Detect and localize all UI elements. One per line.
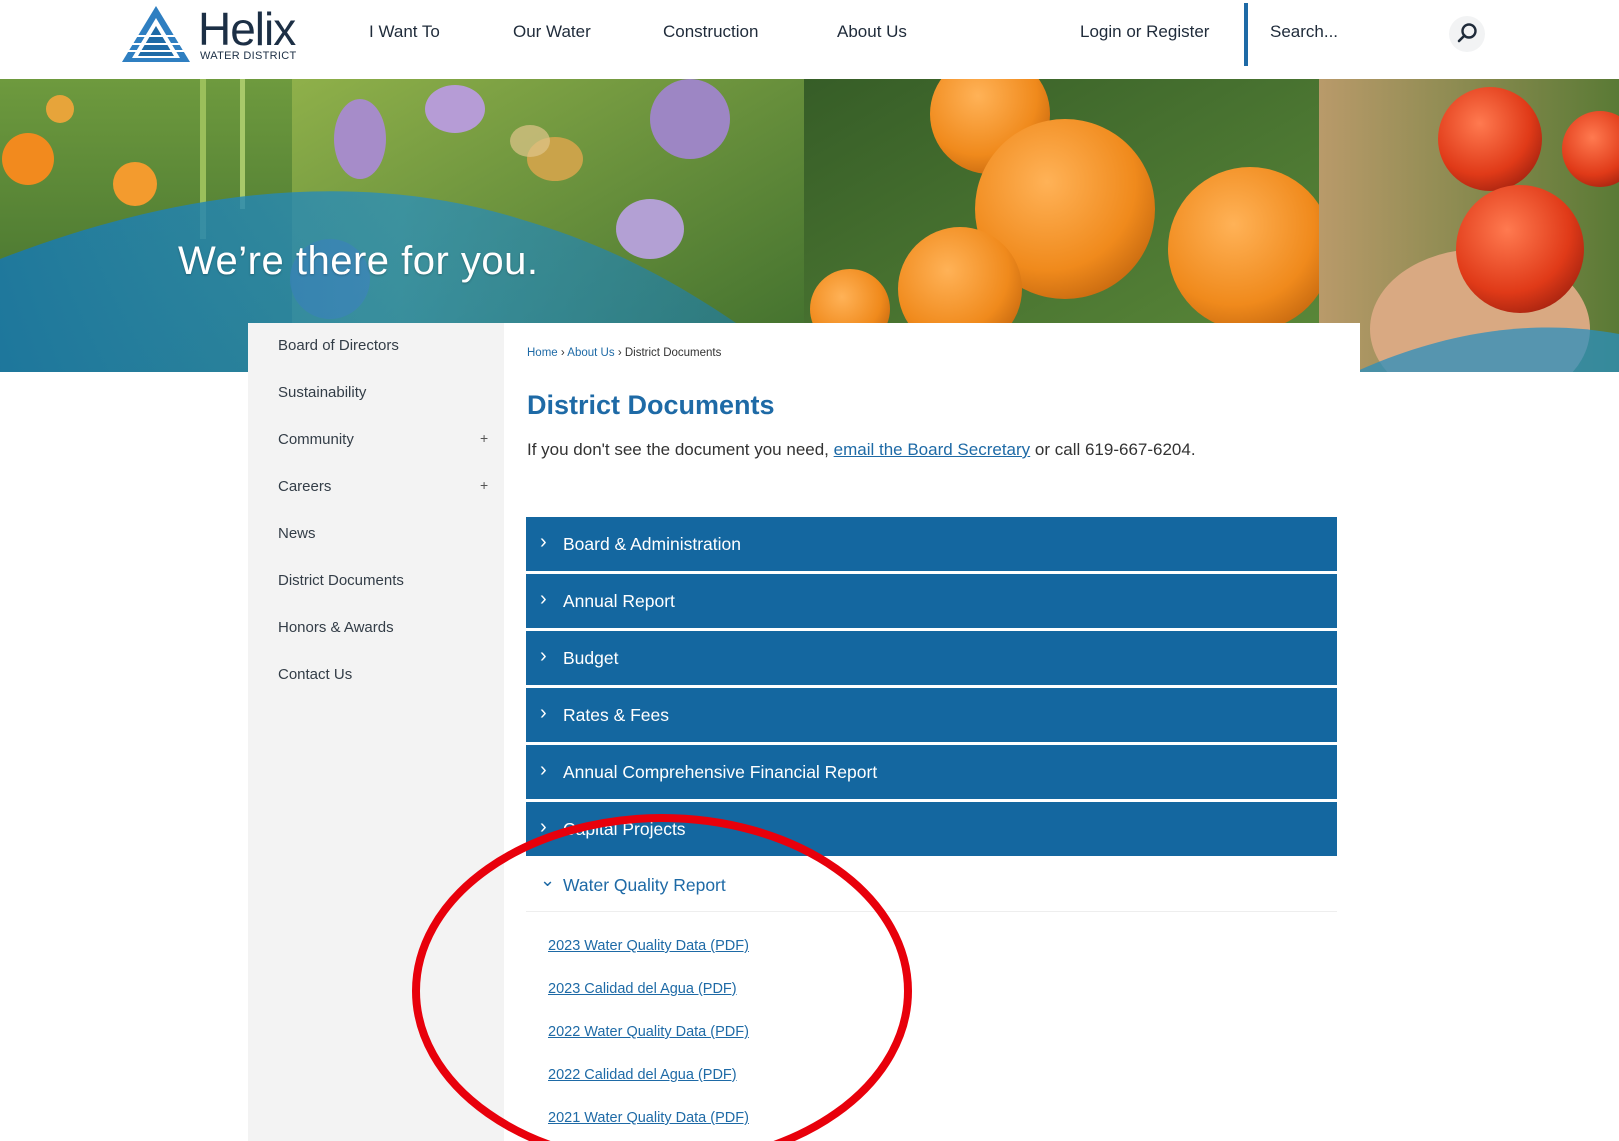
helix-logo[interactable]: Helix WATER DISTRICT bbox=[120, 3, 300, 66]
breadcrumb: Home › About Us › District Documents bbox=[527, 347, 721, 359]
intro-text-before: If you don't see the document you need, bbox=[527, 440, 834, 459]
sidebar-item-careers[interactable]: Careers bbox=[278, 478, 331, 495]
accordion-rates-fees[interactable]: › Rates & Fees bbox=[526, 688, 1337, 742]
accordion-label: Water Quality Report bbox=[563, 875, 726, 895]
sidebar-item-district-documents[interactable]: District Documents bbox=[278, 572, 404, 589]
sidebar-item-sustainability[interactable]: Sustainability bbox=[278, 384, 366, 401]
sidebar-item-news[interactable]: News bbox=[278, 525, 316, 542]
doc-link-2022-water-quality-data[interactable]: 2022 Water Quality Data (PDF) bbox=[548, 1024, 749, 1040]
page-title: District Documents bbox=[527, 390, 775, 420]
accordion-label: Annual Comprehensive Financial Report bbox=[563, 762, 878, 782]
chevron-right-icon: › bbox=[540, 702, 547, 724]
email-board-secretary-link[interactable]: email the Board Secretary bbox=[834, 440, 1031, 459]
sidebar-item-board-of-directors[interactable]: Board of Directors bbox=[278, 337, 399, 354]
hero-tagline: We’re there for you. bbox=[178, 239, 539, 283]
header-divider bbox=[1244, 3, 1248, 66]
careers-expand-icon[interactable]: + bbox=[480, 477, 488, 493]
community-expand-icon[interactable]: + bbox=[480, 430, 488, 446]
breadcrumb-current: District Documents bbox=[624, 347, 722, 359]
breadcrumb-home[interactable]: Home bbox=[527, 347, 558, 359]
accordion-label: Budget bbox=[563, 648, 619, 668]
nav-i-want-to[interactable]: I Want To bbox=[369, 22, 440, 42]
accordion-annual-report[interactable]: › Annual Report bbox=[526, 574, 1337, 628]
search-icon bbox=[1457, 23, 1477, 43]
nav-construction[interactable]: Construction bbox=[663, 22, 758, 42]
breadcrumb-separator: › bbox=[617, 347, 622, 359]
accordion-budget[interactable]: › Budget bbox=[526, 631, 1337, 685]
nav-about-us[interactable]: About Us bbox=[837, 22, 907, 42]
doc-link-2022-calidad-del-agua[interactable]: 2022 Calidad del Agua (PDF) bbox=[548, 1067, 737, 1083]
sidebar-nav: Board of Directors Sustainability Commun… bbox=[248, 323, 504, 1141]
doc-link-2023-water-quality-data[interactable]: 2023 Water Quality Data (PDF) bbox=[548, 938, 749, 954]
breadcrumb-separator: › bbox=[560, 347, 565, 359]
intro-text: If you don't see the document you need, … bbox=[527, 440, 1196, 460]
chevron-right-icon: › bbox=[540, 759, 547, 781]
accordion-annual-comprehensive-financial-report[interactable]: › Annual Comprehensive Financial Report bbox=[526, 745, 1337, 799]
doc-link-2023-calidad-del-agua[interactable]: 2023 Calidad del Agua (PDF) bbox=[548, 981, 737, 997]
accordion-board-administration[interactable]: › Board & Administration bbox=[526, 517, 1337, 571]
logo-subtitle: WATER DISTRICT bbox=[200, 50, 297, 62]
login-register-link[interactable]: Login or Register bbox=[1080, 22, 1209, 42]
accordion-capital-projects[interactable]: › Capital Projects bbox=[526, 802, 1337, 856]
search-input[interactable]: Search... bbox=[1270, 22, 1338, 42]
accordion-label: Rates & Fees bbox=[563, 705, 670, 725]
breadcrumb-about-us[interactable]: About Us bbox=[567, 347, 614, 359]
chevron-down-icon: ⌄ bbox=[540, 870, 556, 890]
chevron-right-icon: › bbox=[540, 645, 547, 667]
sidebar-item-honors-awards[interactable]: Honors & Awards bbox=[278, 619, 394, 636]
search-button[interactable] bbox=[1449, 16, 1485, 52]
helix-logo-mark-icon bbox=[122, 6, 190, 62]
doc-link-2021-water-quality-data[interactable]: 2021 Water Quality Data (PDF) bbox=[548, 1110, 749, 1126]
sidebar-item-community[interactable]: Community bbox=[278, 431, 354, 448]
site-header: Helix WATER DISTRICT I Want To Our Water… bbox=[0, 0, 1619, 79]
sidebar-item-contact-us[interactable]: Contact Us bbox=[278, 666, 352, 683]
accordion-water-quality-report[interactable]: ⌄ Water Quality Report bbox=[526, 858, 1337, 912]
chevron-right-icon: › bbox=[540, 531, 547, 553]
chevron-right-icon: › bbox=[540, 816, 547, 838]
chevron-right-icon: › bbox=[540, 588, 547, 610]
accordion-label: Board & Administration bbox=[563, 534, 742, 554]
nav-our-water[interactable]: Our Water bbox=[513, 22, 591, 42]
intro-text-after: or call 619-667-6204. bbox=[1030, 440, 1196, 459]
logo-wordmark: Helix bbox=[198, 3, 296, 55]
accordion-label: Annual Report bbox=[563, 591, 675, 611]
accordion-label: Capital Projects bbox=[563, 819, 686, 839]
